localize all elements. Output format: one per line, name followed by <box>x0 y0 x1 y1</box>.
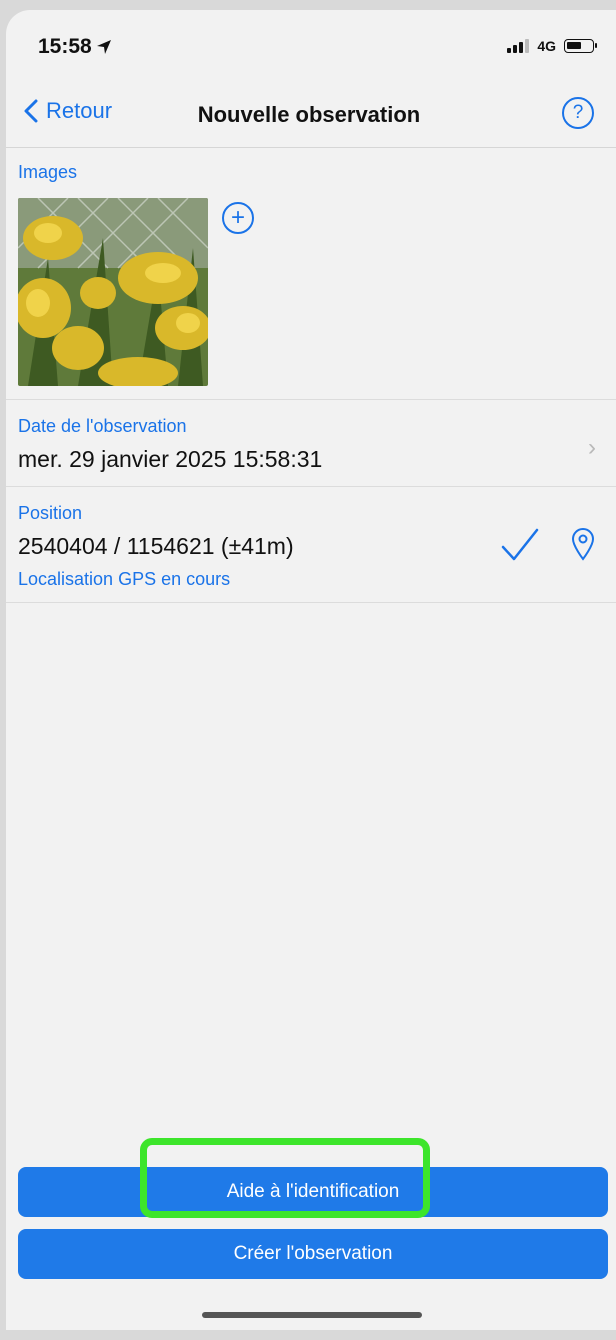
signal-icon <box>507 39 530 53</box>
position-label: Position <box>18 503 83 523</box>
gps-status: Localisation GPS en cours <box>18 569 231 589</box>
status-time-label: 15:58 <box>38 35 92 58</box>
position-value: 2540404 / 1154621 (±41m) <box>18 533 294 559</box>
page-title: Nouvelle observation <box>197 102 421 127</box>
position-row: Position 2540404 / 1154621 (±41m) Locali… <box>6 487 616 603</box>
checkmark-icon[interactable] <box>500 527 540 563</box>
phone-screen: 15:58 4G Retour Nouvelle observation ? I… <box>6 10 616 1330</box>
add-image-button[interactable]: + <box>222 202 254 234</box>
status-indicators: 4G <box>507 38 597 54</box>
status-time: 15:58 <box>38 35 112 59</box>
images-label: Images <box>18 162 78 182</box>
nav-bar: Retour Nouvelle observation ? <box>6 80 616 148</box>
create-observation-button[interactable]: Créer l'observation <box>18 1229 608 1279</box>
date-label: Date de l'observation <box>18 416 187 436</box>
observation-photo[interactable] <box>18 198 208 386</box>
location-pin-icon[interactable] <box>570 527 596 561</box>
home-indicator[interactable] <box>202 1312 422 1318</box>
battery-icon <box>564 39 597 53</box>
highlight-box <box>140 1138 430 1218</box>
flower-photo-image <box>18 198 208 386</box>
date-value: mer. 29 janvier 2025 15:58:31 <box>18 446 323 472</box>
help-button[interactable]: ? <box>562 97 594 129</box>
battery-fill <box>567 42 581 49</box>
network-type: 4G <box>537 38 556 54</box>
status-bar: 15:58 4G <box>6 10 616 80</box>
date-row[interactable]: Date de l'observation mer. 29 janvier 20… <box>6 400 616 487</box>
chevron-right-icon: › <box>588 434 596 461</box>
images-section: Images + <box>6 148 616 400</box>
location-arrow-icon <box>96 40 111 54</box>
